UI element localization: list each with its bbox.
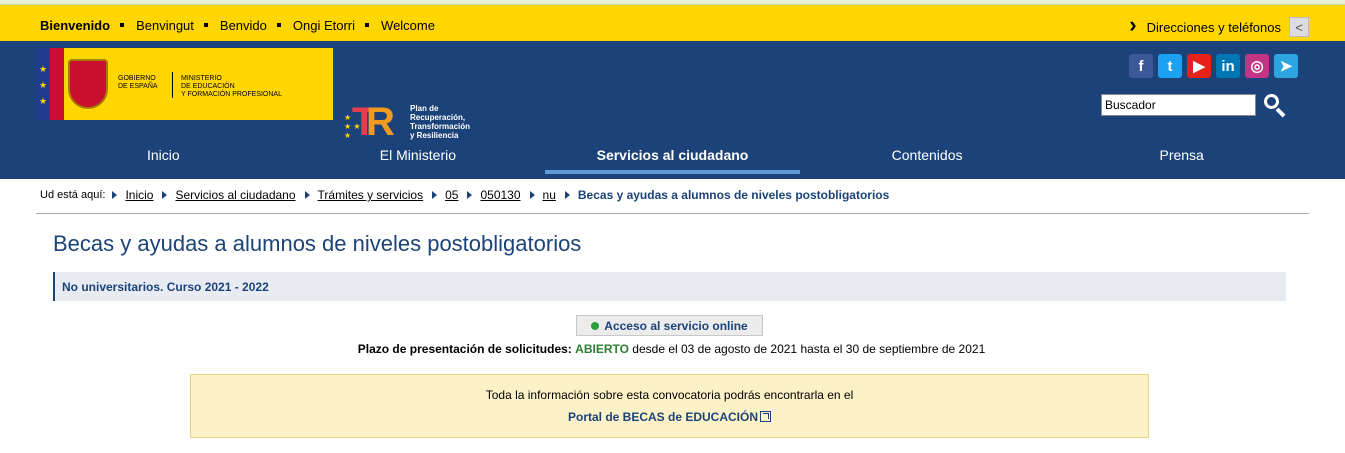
search-input[interactable] [1101,94,1256,116]
search-icon[interactable] [1262,92,1288,118]
directions-link[interactable]: › Direcciones y teléfonos < [1129,12,1309,40]
lang-ca[interactable]: Benvingut [136,18,194,33]
lang-en[interactable]: Welcome [381,18,435,33]
chevron-right-icon: › [1129,12,1137,37]
social-links: f t ▶ in ◎ ➤ [1129,54,1298,78]
twitter-icon[interactable]: t [1158,54,1182,78]
recovery-plan-text: Plan de Recuperación, Transformación y R… [410,104,471,140]
linkedin-icon[interactable]: in [1216,54,1240,78]
becas-portal-link[interactable]: Portal de BECAS de EDUCACIÓN [567,410,772,424]
breadcrumb-050130[interactable]: 050130 [480,188,520,202]
nav-ministerio[interactable]: El Ministerio [291,137,546,177]
search-box [1101,92,1288,118]
separator [365,22,370,27]
breadcrumb-arrow-icon [432,191,438,199]
nav-prensa[interactable]: Prensa [1054,137,1309,177]
notice-text: Toda la información sobre esta convocato… [485,388,854,402]
government-logo[interactable]: ★ ★ ★ GOBIERNO DE ESPAÑA MINISTERIO DE EDU… [36,48,333,120]
breadcrumb-05[interactable]: 05 [445,188,458,202]
info-notice: Toda la información sobre esta convocato… [190,374,1149,438]
separator [276,22,281,27]
breadcrumb-tramites[interactable]: Trámites y servicios [318,188,424,202]
spain-flag-strip [50,48,64,120]
breadcrumb-servicios[interactable]: Servicios al ciudadano [175,188,295,202]
lang-eu[interactable]: Ongi Etorri [293,18,355,33]
main-nav: Inicio El Ministerio Servicios al ciudad… [36,137,1309,177]
facebook-icon[interactable]: f [1129,54,1153,78]
coat-of-arms-icon [64,48,112,120]
breadcrumb-arrow-icon [162,191,168,199]
online-service-button[interactable]: Acceso al servicio online [576,315,763,336]
telegram-icon[interactable]: ➤ [1274,54,1298,78]
nav-inicio[interactable]: Inicio [36,137,291,177]
lang-gl[interactable]: Benvido [220,18,267,33]
breadcrumb-label: Ud está aquí: [40,189,106,201]
breadcrumb-arrow-icon [304,191,310,199]
deadline-info: Plazo de presentación de solicitudes: AB… [0,342,1343,356]
breadcrumb-arrow-icon [112,191,118,199]
instagram-icon[interactable]: ◎ [1245,54,1269,78]
breadcrumb-nu[interactable]: nu [543,188,556,202]
deadline-status: ABIERTO [575,342,629,356]
separator [120,22,125,27]
government-text: GOBIERNO DE ESPAÑA [118,75,158,90]
breadcrumb: Ud está aquí: Inicio Servicios al ciudad… [40,188,889,202]
deadline-dates: desde el 03 de agosto de 2021 hasta el 3… [632,342,986,356]
breadcrumb-arrow-icon [467,191,473,199]
divider [36,213,1309,214]
breadcrumb-current: Becas y ayudas a alumnos de niveles post… [577,188,890,202]
eu-flag: ★ ★ ★ [36,48,50,120]
separator [203,22,208,27]
directions-label: Direcciones y teléfonos [1146,19,1281,35]
becas-portal-label: Portal de BECAS de EDUCACIÓN [567,410,759,424]
ministry-text: MINISTERIO DE EDUCACIÓN Y FORMACIÓN PROF… [172,72,282,98]
nav-servicios[interactable]: Servicios al ciudadano [545,137,800,177]
page-title: Becas y ayudas a alumnos de niveles post… [53,231,582,256]
site-header: ★ ★ ★ GOBIERNO DE ESPAÑA MINISTERIO DE EDU… [0,41,1345,179]
nav-contenidos[interactable]: Contenidos [800,137,1055,177]
youtube-icon[interactable]: ▶ [1187,54,1211,78]
page-subtitle: No universitarios. Curso 2021 - 2022 [53,272,1286,301]
breadcrumb-arrow-icon [529,191,535,199]
share-icon[interactable]: < [1289,17,1309,37]
deadline-label: Plazo de presentación de solicitudes: [357,342,572,356]
breadcrumb-inicio[interactable]: Inicio [125,188,153,202]
breadcrumb-arrow-icon [564,191,570,199]
online-service-label: Acceso al servicio online [604,318,748,333]
language-bar: Bienvenido Benvingut Benvido Ongi Etorri… [0,5,1345,41]
status-dot-icon [591,321,600,330]
external-link-icon [760,411,772,422]
lang-es[interactable]: Bienvenido [40,18,110,33]
language-list: Bienvenido Benvingut Benvido Ongi Etorri… [40,18,435,33]
